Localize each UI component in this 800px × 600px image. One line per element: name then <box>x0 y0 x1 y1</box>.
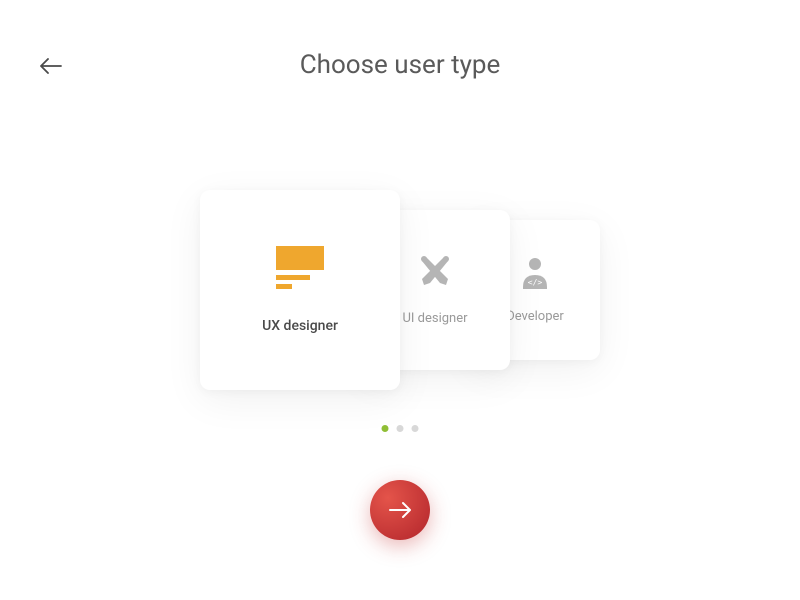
next-button[interactable] <box>370 480 430 540</box>
dot-2[interactable] <box>397 425 404 432</box>
page-title: Choose user type <box>300 50 501 80</box>
user-type-cards: UX designer UI designer </> Developer <box>200 190 600 390</box>
card-label: UI designer <box>402 311 467 326</box>
card-label: Developer <box>506 309 564 324</box>
pencil-brush-icon <box>416 255 454 293</box>
card-ux-designer[interactable]: UX designer <box>200 190 400 390</box>
arrow-left-icon <box>40 58 62 74</box>
svg-text:</>: </> <box>528 278 543 287</box>
dot-1[interactable] <box>382 425 389 432</box>
back-button[interactable] <box>40 58 62 78</box>
arrow-right-icon <box>388 501 412 519</box>
layout-icon <box>272 246 328 290</box>
dev-person-icon: </> <box>520 257 550 291</box>
pagination-dots <box>382 425 419 432</box>
card-label: UX designer <box>262 318 338 334</box>
dot-3[interactable] <box>412 425 419 432</box>
